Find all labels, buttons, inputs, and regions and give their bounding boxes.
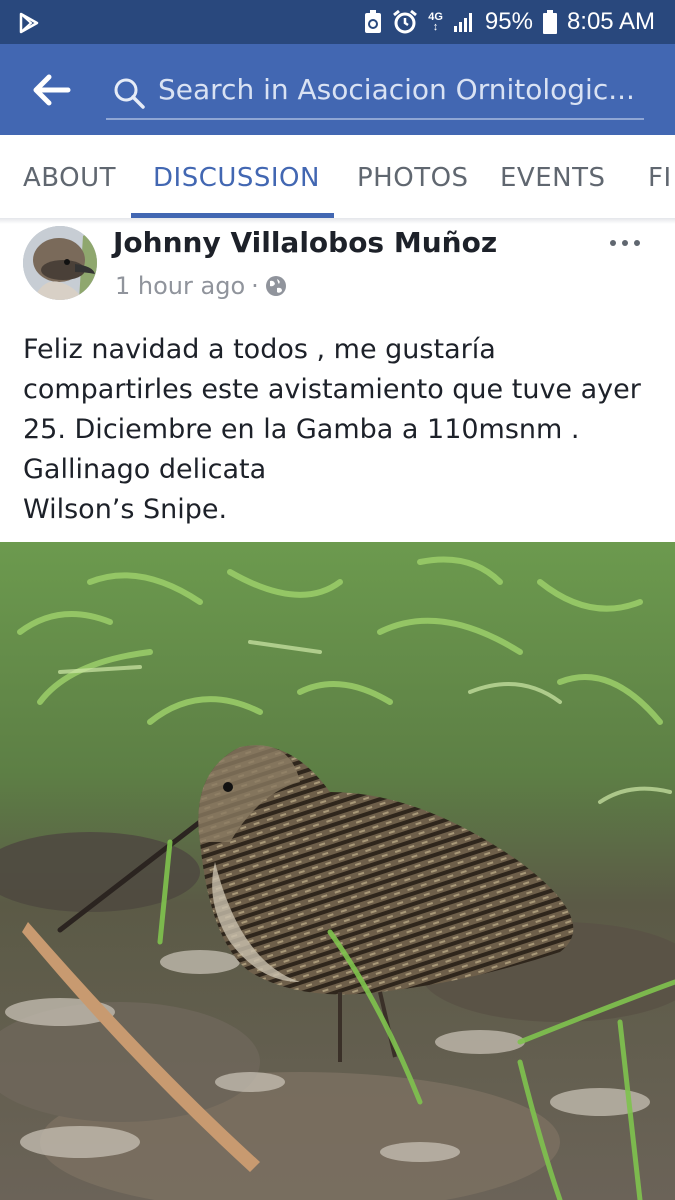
tab-files[interactable]: FI <box>648 135 672 218</box>
search-icon <box>114 78 145 109</box>
battery-percent: 95% <box>484 8 533 35</box>
tab-about[interactable]: ABOUT <box>23 135 116 218</box>
tab-events[interactable]: EVENTS <box>500 135 605 218</box>
more-dot <box>622 240 628 246</box>
post-text: Feliz navidad a todos , me gustaría comp… <box>23 330 663 530</box>
clock: 8:05 AM <box>566 8 655 35</box>
post-time[interactable]: 1 hour ago <box>115 272 245 300</box>
signal-icon <box>453 13 472 32</box>
post-author[interactable]: Johnny Villalobos Muñoz <box>113 226 497 259</box>
status-icons: 4G ↕ 95% 8:05 AM <box>364 0 655 44</box>
globe-icon <box>265 276 286 296</box>
post-text-line: 25. Diciembre en la Gamba a 110msnm . <box>23 414 580 445</box>
alarm-icon <box>393 9 418 34</box>
battery-icon <box>542 10 557 34</box>
post-text-line: Feliz navidad a todos , me gustaría <box>23 334 496 365</box>
more-dot <box>634 240 640 246</box>
status-bar: 4G ↕ 95% 8:05 AM <box>0 0 675 44</box>
search-input[interactable]: Search in Asociacion Ornitologic... <box>106 66 644 120</box>
post-meta: 1 hour ago · <box>115 272 287 300</box>
battery-saver-icon <box>365 10 382 33</box>
post-text-line: Gallinago delicata <box>23 454 267 485</box>
play-store-icon <box>19 12 39 34</box>
post-options-button[interactable] <box>604 228 648 258</box>
search-placeholder: Search in Asociacion Ornitologic... <box>158 73 635 106</box>
divider <box>0 218 675 224</box>
tab-photos[interactable]: PHOTOS <box>357 135 469 218</box>
search-header: Search in Asociacion Ornitologic... <box>0 44 675 135</box>
post-photo[interactable] <box>0 542 675 1200</box>
network-type: 4G ↕ <box>428 11 443 33</box>
back-arrow-icon[interactable] <box>32 72 72 108</box>
meta-separator: · <box>251 272 259 300</box>
group-tabs: ABOUT DISCUSSION PHOTOS EVENTS FI <box>0 135 675 219</box>
tab-discussion[interactable]: DISCUSSION <box>153 135 320 218</box>
post-text-line: compartirles este avistamiento que tuve … <box>23 374 641 405</box>
post-text-line: Wilson’s Snipe. <box>23 494 228 525</box>
avatar[interactable] <box>23 226 97 300</box>
more-dot <box>610 240 616 246</box>
